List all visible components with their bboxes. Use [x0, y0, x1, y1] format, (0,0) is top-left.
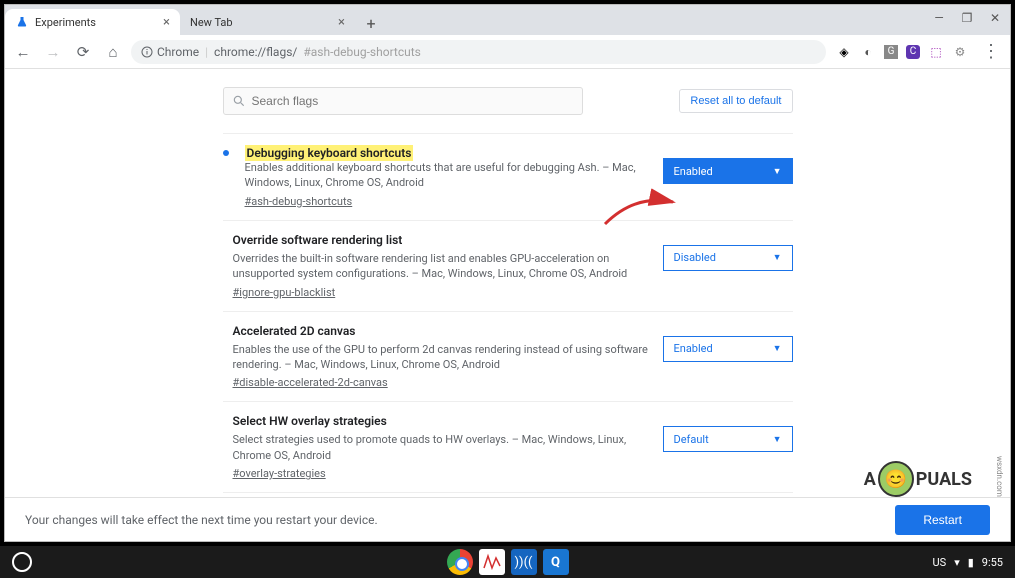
tab-experiments[interactable]: Experiments ×	[5, 9, 180, 35]
search-field[interactable]	[252, 94, 574, 108]
browser-window: Experiments × New Tab × + — ❐ ✕ ← → ⟳ ⌂ …	[4, 4, 1011, 542]
new-tab-button[interactable]: +	[359, 11, 383, 35]
site-info-icon[interactable]: Chrome	[141, 45, 199, 59]
tab-strip: Experiments × New Tab × + — ❐ ✕	[5, 5, 1010, 35]
shelf-apps: ))(( Q	[447, 549, 569, 575]
restart-button[interactable]: Restart	[895, 505, 990, 535]
battery-icon: ▮	[968, 556, 974, 569]
restart-bar: Your changes will take effect the next t…	[5, 497, 1010, 541]
restart-message: Your changes will take effect the next t…	[25, 513, 378, 527]
url-hash: #ash-debug-shortcuts	[303, 45, 421, 59]
flag-id-link[interactable]: #overlay-strategies	[233, 467, 326, 480]
dropdown-value: Enabled	[674, 165, 713, 178]
flag-title: Override software rendering list	[233, 233, 651, 247]
flag-row: Debugging keyboard shortcuts Enables add…	[223, 133, 793, 220]
nav-buttons: ← → ⟳ ⌂	[15, 44, 121, 60]
app-icon[interactable]: ))((	[511, 549, 537, 575]
flag-dropdown[interactable]: Default ▼	[663, 426, 793, 452]
clock: 9:55	[982, 556, 1003, 569]
flag-id-link[interactable]: #disable-accelerated-2d-canvas	[233, 376, 388, 389]
flag-title: Debugging keyboard shortcuts	[245, 145, 414, 161]
flask-icon	[15, 15, 29, 29]
flag-id-link[interactable]: #ignore-gpu-blacklist	[233, 286, 336, 299]
mascot-icon: 😊	[878, 461, 914, 497]
dropdown-value: Disabled	[674, 251, 716, 264]
watermark-logo: A 😊 PUALS	[864, 461, 972, 497]
app-icon[interactable]: Q	[543, 549, 569, 575]
flag-description: Select strategies used to promote quads …	[233, 432, 651, 463]
tab-newtab[interactable]: New Tab ×	[180, 9, 355, 35]
back-icon[interactable]: ←	[15, 44, 31, 60]
status-tray[interactable]: US ▾ ▮ 9:55	[933, 556, 1003, 569]
menu-icon[interactable]: ⋮	[982, 41, 1000, 62]
search-icon	[232, 94, 246, 108]
flag-row: Accelerated 2D canvas Enables the use of…	[223, 311, 793, 402]
watermark-text: PUALS	[916, 469, 972, 490]
url-host: chrome://flags/	[214, 45, 297, 59]
flag-title: Select HW overlay strategies	[233, 414, 651, 428]
os-shelf: ))(( Q US ▾ ▮ 9:55	[0, 546, 1015, 578]
flags-container: Reset all to default Debugging keyboard …	[223, 69, 793, 541]
flag-row: Override software rendering list Overrid…	[223, 220, 793, 311]
close-icon[interactable]: ×	[163, 15, 170, 30]
ext-icon[interactable]: G	[884, 45, 898, 59]
ext-icon[interactable]: C	[906, 45, 920, 59]
search-input[interactable]	[223, 87, 583, 115]
flag-dropdown[interactable]: Enabled ▼	[663, 336, 793, 362]
app-icon[interactable]	[479, 549, 505, 575]
modified-dot-icon	[223, 150, 229, 156]
maximize-icon[interactable]: ❐	[958, 9, 976, 27]
extension-icons: ◈ ◐ G C ⬚ ⚙	[836, 44, 968, 60]
flag-dropdown[interactable]: Disabled ▼	[663, 245, 793, 271]
flag-title: Accelerated 2D canvas	[233, 324, 651, 338]
ext-icon[interactable]: ⚙	[952, 44, 968, 60]
minimize-icon[interactable]: —	[930, 9, 948, 27]
launcher-button[interactable]	[12, 552, 32, 572]
secure-label: Chrome	[157, 45, 199, 59]
forward-icon[interactable]: →	[45, 44, 61, 60]
reload-icon[interactable]: ⟳	[75, 44, 91, 60]
chevron-down-icon: ▼	[773, 434, 782, 445]
reset-button[interactable]: Reset all to default	[679, 89, 792, 113]
window-controls: — ❐ ✕	[930, 9, 1004, 27]
keyboard-lang: US	[933, 556, 947, 569]
flag-row: Select HW overlay strategies Select stra…	[223, 401, 793, 492]
chevron-down-icon: ▼	[773, 166, 782, 177]
dropdown-value: Default	[674, 433, 709, 446]
watermark-text: A	[864, 469, 876, 490]
tab-title: Experiments	[35, 16, 96, 29]
omnibox[interactable]: Chrome | chrome://flags/#ash-debug-short…	[131, 40, 826, 64]
source-watermark: wsxdn.com	[995, 456, 1004, 497]
toolbar: ← → ⟳ ⌂ Chrome | chrome://flags/#ash-deb…	[5, 35, 1010, 69]
dropdown-value: Enabled	[674, 342, 713, 355]
tab-title: New Tab	[190, 16, 233, 29]
wifi-icon: ▾	[954, 556, 960, 569]
ext-icon[interactable]: ◐	[860, 44, 876, 60]
ext-icon[interactable]: ◈	[836, 44, 852, 60]
flag-dropdown[interactable]: Enabled ▼	[663, 158, 793, 184]
chrome-icon[interactable]	[447, 549, 473, 575]
home-icon[interactable]: ⌂	[105, 44, 121, 60]
close-icon[interactable]: ×	[338, 15, 345, 30]
ext-icon[interactable]: ⬚	[928, 44, 944, 60]
flag-id-link[interactable]: #ash-debug-shortcuts	[245, 195, 353, 208]
flag-description: Enables additional keyboard shortcuts th…	[245, 160, 651, 191]
flag-description: Overrides the built-in software renderin…	[233, 251, 651, 282]
chevron-down-icon: ▼	[773, 252, 782, 263]
flag-description: Enables the use of the GPU to perform 2d…	[233, 342, 651, 373]
page-content: Reset all to default Debugging keyboard …	[5, 69, 1010, 541]
close-window-icon[interactable]: ✕	[986, 9, 1004, 27]
chevron-down-icon: ▼	[773, 343, 782, 354]
